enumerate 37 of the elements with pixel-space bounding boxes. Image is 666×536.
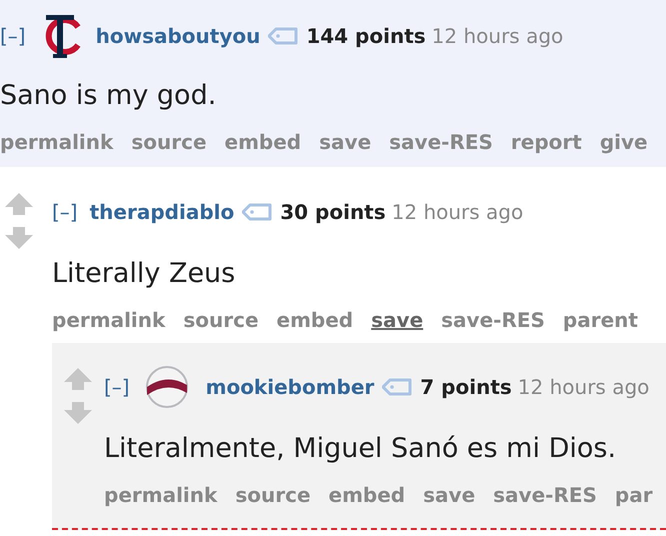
timestamp: 12 hours ago: [518, 375, 650, 399]
action-link[interactable]: save: [423, 482, 476, 508]
action-link[interactable]: permalink: [104, 482, 218, 508]
action-link[interactable]: embed: [224, 129, 302, 155]
username-link[interactable]: therapdiablo: [90, 200, 234, 224]
action-link[interactable]: save-RES: [441, 307, 545, 333]
action-link[interactable]: source: [131, 129, 207, 155]
action-link[interactable]: give: [600, 129, 648, 155]
tag-icon: [268, 27, 298, 45]
tag-icon: [382, 378, 412, 396]
action-link[interactable]: parent: [562, 307, 638, 333]
tag-icon: [242, 203, 272, 221]
action-link[interactable]: save: [371, 307, 424, 333]
timestamp: 12 hours ago: [432, 24, 564, 48]
action-link[interactable]: permalink: [0, 129, 114, 155]
action-link[interactable]: permalink: [52, 307, 166, 333]
points-count: 30 points: [280, 200, 386, 224]
collapse-toggle[interactable]: [–]: [104, 375, 130, 399]
timestamp: 12 hours ago: [392, 200, 524, 224]
collapse-toggle[interactable]: [–]: [0, 24, 26, 48]
points-count: 7 points: [420, 375, 512, 399]
action-link[interactable]: save-RES: [389, 129, 493, 155]
comment-text: Literalmente, Miguel Sanó es mi Dios.: [104, 432, 618, 466]
points-count: 144 points: [306, 24, 426, 48]
comment-text: Literally Zeus: [52, 257, 236, 291]
action-link[interactable]: embed: [328, 482, 406, 508]
action-link[interactable]: source: [235, 482, 311, 508]
comment-text: Sano is my god.: [0, 79, 218, 113]
username-link[interactable]: howsaboutyou: [96, 24, 260, 48]
username-link[interactable]: mookiebomber: [206, 375, 374, 399]
action-link[interactable]: source: [183, 307, 259, 333]
action-link[interactable]: report: [510, 129, 582, 155]
collapse-toggle[interactable]: [–]: [52, 200, 78, 224]
action-link[interactable]: embed: [276, 307, 354, 333]
action-link[interactable]: par: [614, 482, 653, 508]
action-link[interactable]: save: [319, 129, 372, 155]
action-link[interactable]: save-RES: [493, 482, 597, 508]
